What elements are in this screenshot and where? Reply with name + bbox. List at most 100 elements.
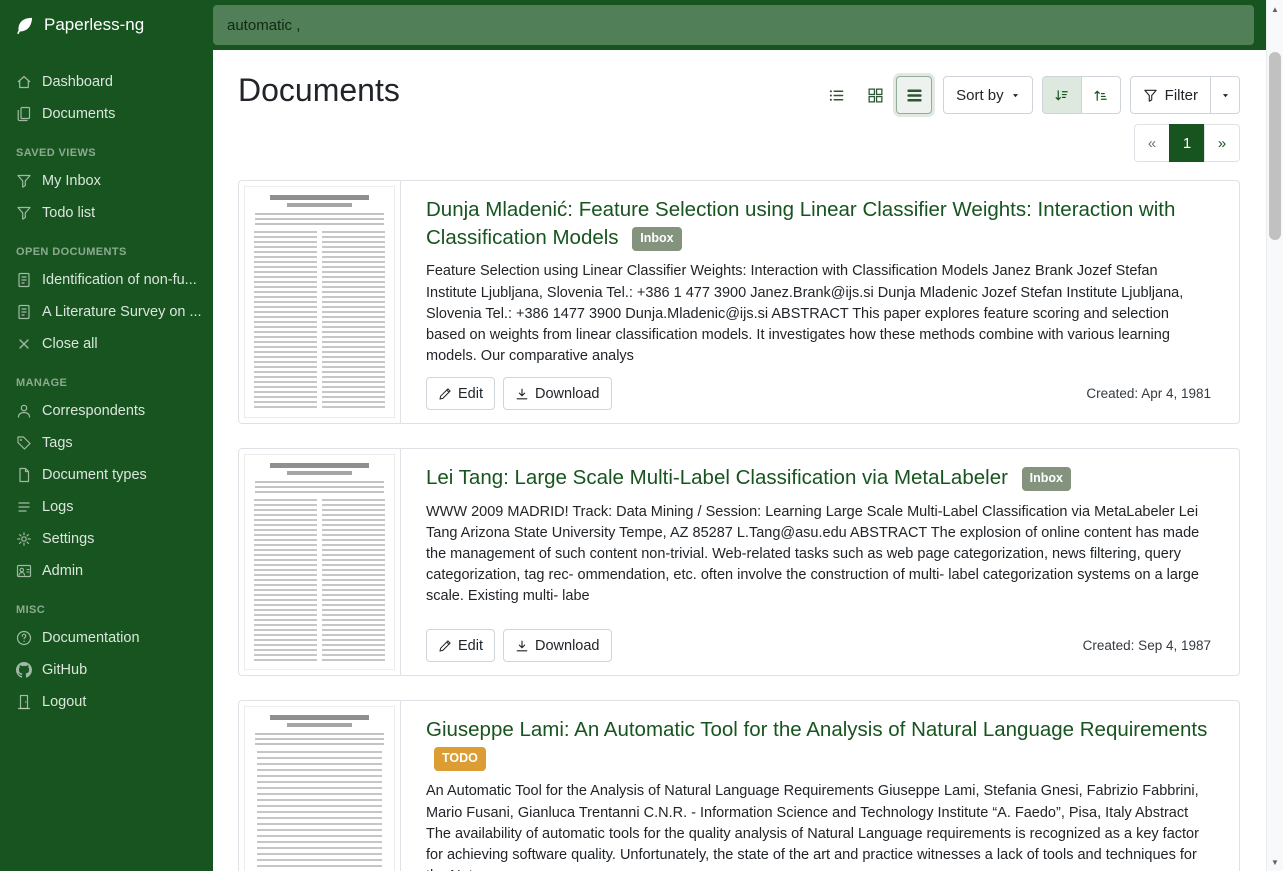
edit-button[interactable]: Edit [426,629,495,662]
download-label: Download [535,386,600,402]
sidebar: Dashboard Documents SAVED VIEWS My Inbox… [0,50,213,871]
sidebar-item-close-all[interactable]: Close all [0,328,213,360]
document-heading: Dunja Mladenić: Feature Selection using … [426,196,1211,251]
sidebar-item-label: Correspondents [42,403,145,419]
documents-icon [16,106,32,122]
document-heading: Lei Tang: Large Scale Multi-Label Classi… [426,464,1211,492]
file-icon [16,467,32,483]
sidebar-item-todo-list[interactable]: Todo list [0,197,213,229]
sidebar-open-document-1[interactable]: Identification of non-fu... [0,264,213,296]
caret-down-icon [1011,91,1020,100]
document-title-link[interactable]: Dunja Mladenić: Feature Selection using … [426,198,1175,249]
tag-badge[interactable]: TODO [434,747,486,771]
filter-split-button: Filter [1130,76,1240,114]
pagination-next-button[interactable]: » [1204,124,1240,162]
edit-button[interactable]: Edit [426,377,495,410]
document-thumbnail[interactable] [239,181,401,423]
pagination-prev-label: « [1148,135,1156,152]
scrollbar-thumb[interactable] [1269,52,1281,240]
document-excerpt: Feature Selection using Linear Classifie… [426,261,1211,367]
documents-toolbar: Sort by Filter [818,76,1240,114]
funnel-icon [16,173,32,189]
list-view-icon [828,87,845,104]
file-text-icon [16,304,32,320]
document-excerpt: WWW 2009 MADRID! Track: Data Mining / Se… [426,502,1211,608]
sidebar-open-document-2[interactable]: A Literature Survey on ... [0,296,213,328]
filter-dropdown-toggle[interactable] [1210,76,1240,114]
door-icon [16,694,32,710]
thumbnail-preview [244,706,395,871]
pagination-prev-button[interactable]: « [1134,124,1170,162]
tag-badge[interactable]: Inbox [632,227,681,251]
sidebar-item-documents[interactable]: Documents [0,98,213,130]
sidebar-item-tags[interactable]: Tags [0,427,213,459]
saved-views-section-title: SAVED VIEWS [0,130,213,165]
tag-badge[interactable]: Inbox [1022,467,1071,491]
sidebar-item-document-types[interactable]: Document types [0,459,213,491]
sidebar-item-logout[interactable]: Logout [0,686,213,718]
sort-ascending-icon [1093,88,1108,103]
document-card: Lei Tang: Large Scale Multi-Label Classi… [238,448,1240,676]
list-view-button[interactable] [818,76,854,114]
download-button[interactable]: Download [503,629,612,662]
document-thumbnail[interactable] [239,701,401,871]
sidebar-item-label: Identification of non-fu... [42,272,197,288]
thumbnail-preview [244,454,395,670]
app-brand[interactable]: Paperless-ng [0,15,213,36]
download-icon [515,639,529,653]
document-title-link[interactable]: Giuseppe Lami: An Automatic Tool for the… [426,718,1207,741]
sidebar-item-label: Settings [42,531,94,547]
tag-icon [16,435,32,451]
download-label: Download [535,638,600,654]
caret-down-icon [1221,91,1230,100]
sidebar-item-dashboard[interactable]: Dashboard [0,66,213,98]
sidebar-item-settings[interactable]: Settings [0,523,213,555]
sidebar-item-admin[interactable]: Admin [0,555,213,587]
sidebar-item-label: Todo list [42,205,95,221]
sidebar-item-label: A Literature Survey on ... [42,304,202,320]
funnel-icon [16,205,32,221]
sidebar-item-logs[interactable]: Logs [0,491,213,523]
details-view-icon [906,87,923,104]
download-button[interactable]: Download [503,377,612,410]
search-input[interactable] [213,5,1254,45]
gear-icon [16,531,32,547]
sidebar-item-label: Document types [42,467,147,483]
pagination-next-label: » [1218,135,1226,152]
pencil-icon [438,639,452,653]
sort-descending-button[interactable] [1042,76,1082,114]
sidebar-item-label: Dashboard [42,74,113,90]
pencil-icon [438,387,452,401]
paperless-leaf-logo-icon [14,15,35,36]
list-icon [16,499,32,515]
document-excerpt: An Automatic Tool for the Analysis of Na… [426,781,1211,871]
manage-section-title: MANAGE [0,360,213,395]
filter-button[interactable]: Filter [1130,76,1211,114]
vertical-scrollbar[interactable]: ▲ ▼ [1266,0,1283,871]
sort-ascending-button[interactable] [1081,76,1121,114]
pagination-page-1-button[interactable]: 1 [1169,124,1205,162]
file-text-icon [16,272,32,288]
pagination: « 1 » [238,124,1240,162]
document-card: Giuseppe Lami: An Automatic Tool for the… [238,700,1240,871]
sidebar-item-my-inbox[interactable]: My Inbox [0,165,213,197]
sidebar-item-correspondents[interactable]: Correspondents [0,395,213,427]
scrollbar-up-arrow-icon[interactable]: ▲ [1267,1,1283,17]
sort-by-dropdown[interactable]: Sort by [943,76,1033,114]
person-icon [16,403,32,419]
scrollbar-down-arrow-icon[interactable]: ▼ [1267,854,1283,870]
open-documents-section-title: OPEN DOCUMENTS [0,229,213,264]
pagination-current-label: 1 [1183,135,1191,152]
sort-direction-group [1042,76,1121,114]
details-view-button[interactable] [896,76,932,114]
edit-label: Edit [458,386,483,402]
sidebar-item-github[interactable]: GitHub [0,654,213,686]
sidebar-item-documentation[interactable]: Documentation [0,622,213,654]
sidebar-item-label: Documentation [42,630,140,646]
grid-view-button[interactable] [857,76,893,114]
documents-page: Documents Sort by Filter [213,50,1266,871]
top-navbar: Paperless-ng [0,0,1266,50]
document-card: Dunja Mladenić: Feature Selection using … [238,180,1240,424]
document-thumbnail[interactable] [239,449,401,675]
document-title-link[interactable]: Lei Tang: Large Scale Multi-Label Classi… [426,466,1008,489]
